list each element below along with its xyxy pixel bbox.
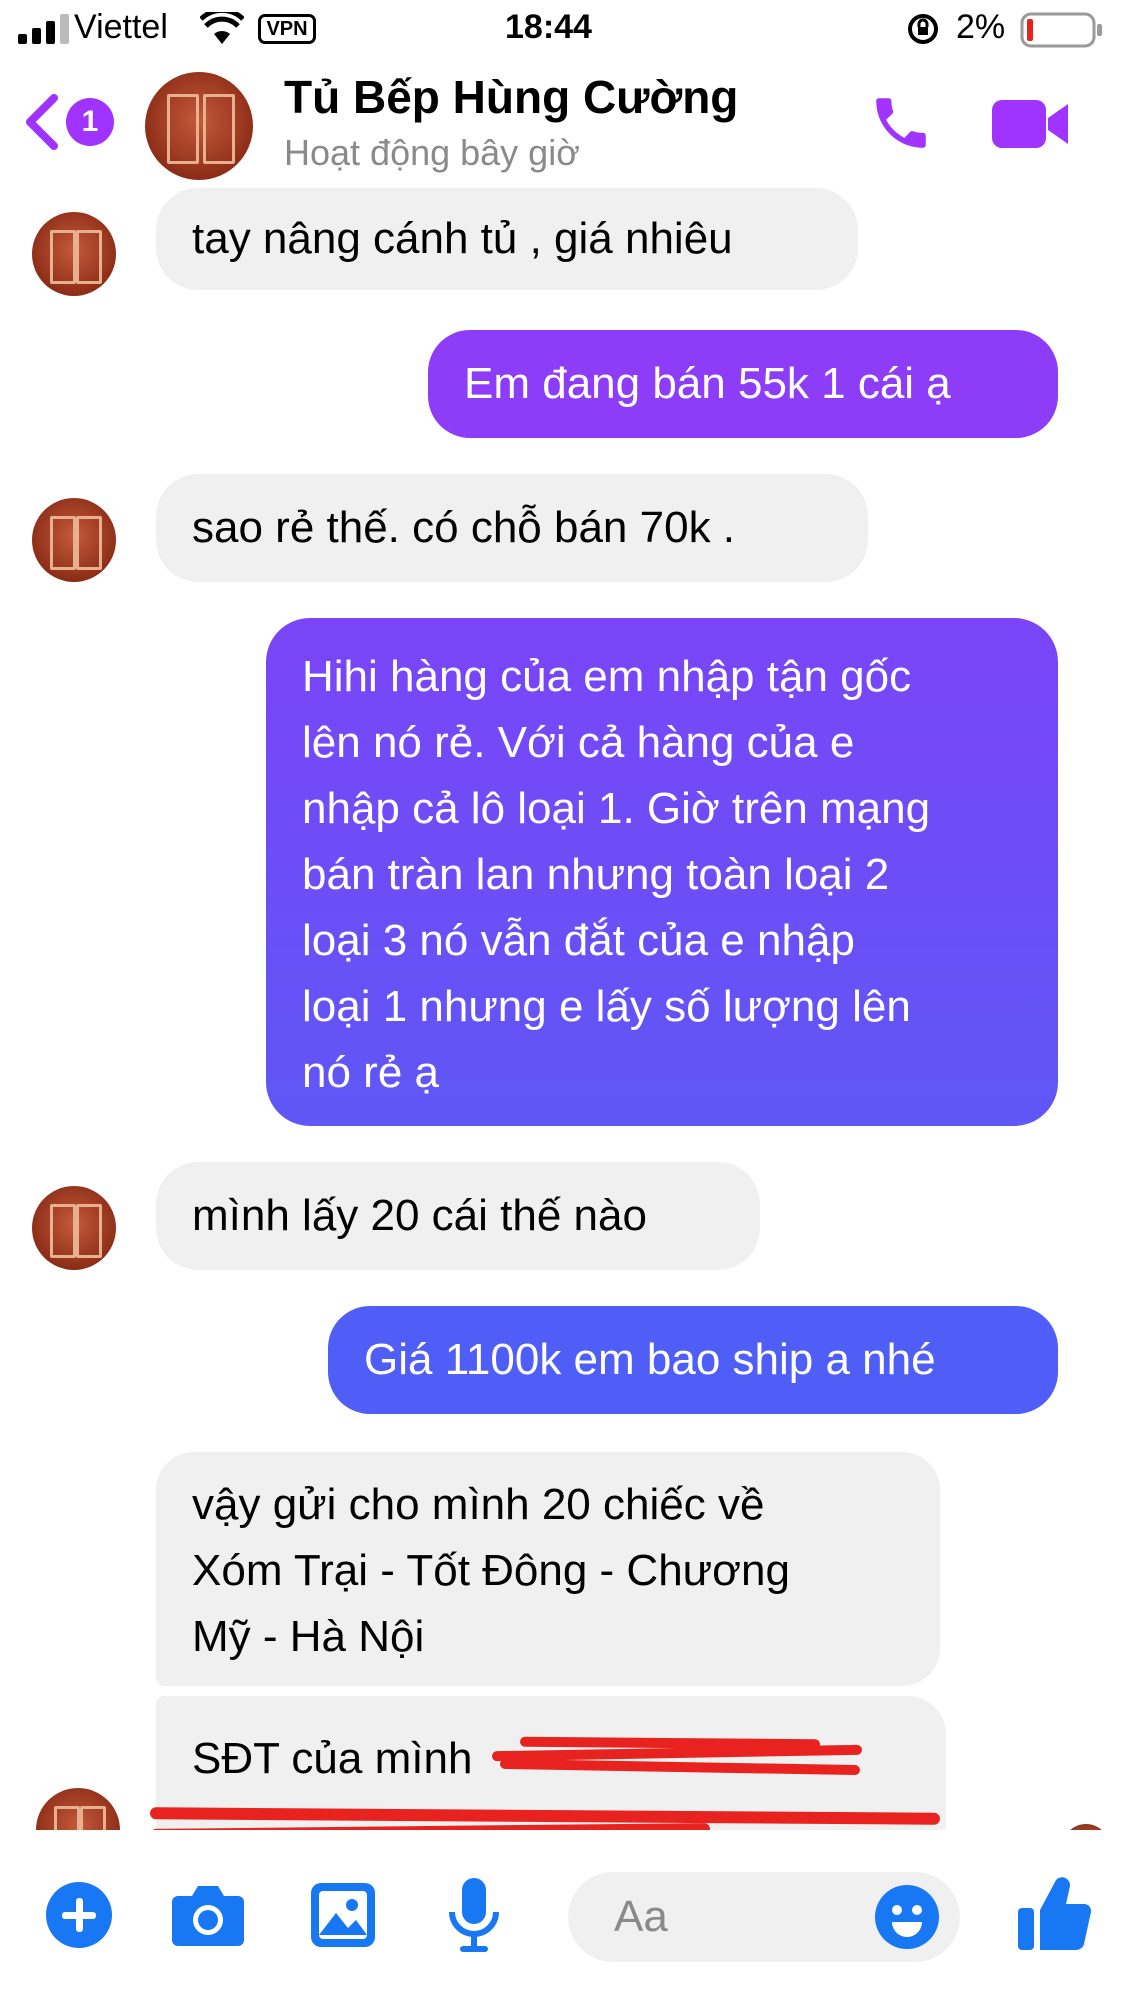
- active-status: Hoạt động bây giờ: [284, 132, 580, 173]
- wifi-icon: [199, 7, 245, 46]
- sender-avatar: [32, 1186, 116, 1270]
- contact-name[interactable]: Tủ Bếp Hùng Cường: [284, 70, 738, 124]
- message-bubble-incoming[interactable]: vậy gửi cho mình 20 chiếc về Xóm Trại - …: [156, 1452, 940, 1686]
- camera-icon[interactable]: [170, 1882, 246, 1948]
- clock: 18:44: [505, 8, 592, 46]
- back-button[interactable]: 1: [22, 92, 122, 152]
- message-line: loại 1 nhưng e lấy số lượng lên: [302, 982, 911, 1031]
- composer-toolbar: Aa: [0, 1830, 1125, 2001]
- vpn-badge: VPN: [258, 14, 316, 44]
- message-bubble-incoming[interactable]: SĐT của mình: [156, 1696, 946, 1836]
- message-input-placeholder: Aa: [614, 1892, 668, 1941]
- message-bubble-outgoing[interactable]: Giá 1100k em bao ship a nhé: [328, 1306, 1058, 1414]
- photo-icon[interactable]: [308, 1880, 378, 1950]
- video-call-icon[interactable]: [990, 96, 1070, 152]
- sender-avatar: [32, 212, 116, 296]
- add-icon[interactable]: [44, 1880, 114, 1950]
- message-bubble-incoming[interactable]: mình lấy 20 cái thế nào: [156, 1162, 760, 1270]
- back-badge: 1: [66, 98, 114, 146]
- battery-percent: 2%: [956, 8, 1006, 46]
- message-line: lên nó rẻ. Với cả hàng của e: [302, 718, 855, 767]
- contact-avatar[interactable]: [145, 72, 253, 180]
- like-thumb-icon[interactable]: [1016, 1874, 1092, 1954]
- message-line: Mỹ - Hà Nội: [192, 1612, 425, 1661]
- message-input[interactable]: Aa: [568, 1872, 960, 1962]
- message-bubble-outgoing[interactable]: Em đang bán 55k 1 cái ạ: [428, 330, 1058, 438]
- emoji-icon[interactable]: [874, 1884, 940, 1950]
- chat-header: 1 Tủ Bếp Hùng Cường Hoạt động bây giờ: [0, 60, 1125, 190]
- message-line: SĐT của mình: [192, 1734, 473, 1783]
- message-bubble-outgoing[interactable]: Hihi hàng của em nhập tận gốc lên nó rẻ.…: [266, 618, 1058, 1126]
- message-line: nó rẻ ạ: [302, 1048, 439, 1097]
- orientation-lock-icon: [906, 12, 940, 46]
- microphone-icon[interactable]: [444, 1876, 504, 1956]
- message-line: nhập cả lô loại 1. Giờ trên mạng: [302, 784, 931, 833]
- carrier-label: Viettel: [74, 8, 168, 46]
- message-line: vậy gửi cho mình 20 chiếc về: [192, 1480, 765, 1529]
- message-line: loại 3 nó vẫn đắt của e nhập: [302, 916, 855, 965]
- message-line: Hihi hàng của em nhập tận gốc: [302, 652, 912, 701]
- message-line: bán tràn lan nhưng toàn loại 2: [302, 850, 890, 899]
- signal-icon: [18, 14, 78, 44]
- message-bubble-incoming[interactable]: sao rẻ thế. có chỗ bán 70k .: [156, 474, 868, 582]
- message-bubble-incoming[interactable]: tay nâng cánh tủ , giá nhiêu: [156, 188, 858, 290]
- sender-avatar: [32, 498, 116, 582]
- message-line: Xóm Trại - Tốt Đông - Chương: [192, 1546, 790, 1595]
- phone-call-icon[interactable]: [868, 90, 934, 156]
- battery-icon: [1020, 12, 1104, 48]
- status-bar: Viettel VPN 18:44 2%: [0, 0, 1125, 60]
